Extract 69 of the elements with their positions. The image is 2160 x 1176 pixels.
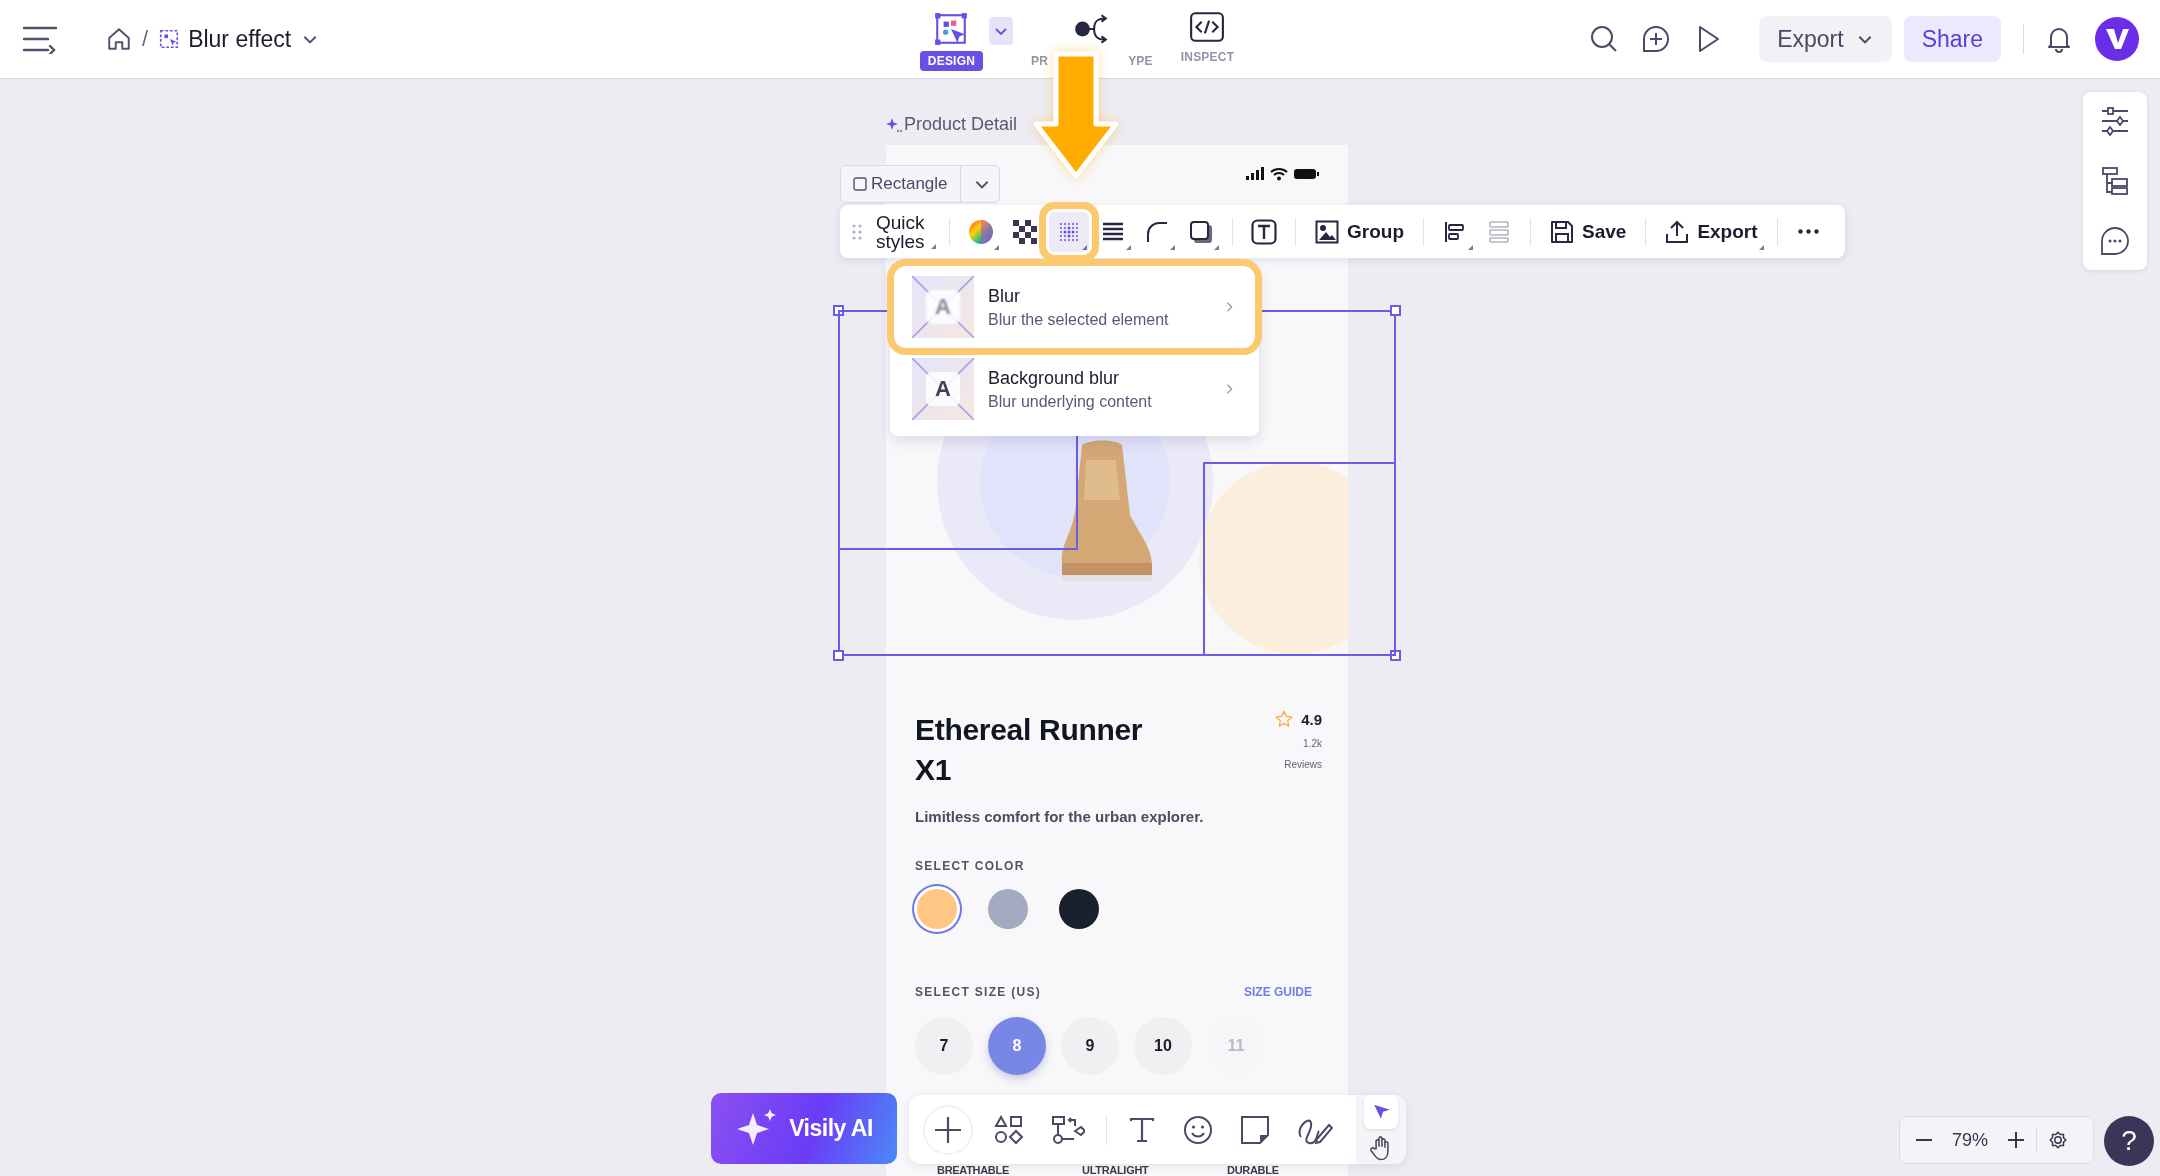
product-tagline: Limitless comfort for the urban explorer.	[915, 808, 1205, 825]
color-wheel-icon	[968, 218, 994, 245]
help-button[interactable]: ?	[2104, 1116, 2154, 1166]
color-swatch[interactable]	[988, 889, 1028, 929]
feature-label: ULTRALIGHT	[1082, 1164, 1150, 1176]
home-icon[interactable]	[106, 26, 132, 52]
menu-icon[interactable]	[22, 24, 58, 54]
drag-handle-icon[interactable]	[852, 222, 862, 241]
export-button[interactable]: Export	[1759, 16, 1892, 62]
star-icon	[1275, 710, 1294, 728]
sticky-note-icon[interactable]	[1240, 1114, 1270, 1145]
square-icon	[853, 177, 867, 191]
caret-icon[interactable]	[989, 17, 1014, 45]
pointer-icon[interactable]	[1364, 1095, 1398, 1129]
feature-label: BREATHABLE	[937, 1164, 1010, 1176]
image-icon	[1315, 219, 1339, 244]
breadcrumb-separator: /	[142, 26, 149, 52]
battery-icon	[1294, 167, 1320, 181]
upload-icon	[1665, 219, 1690, 244]
design-file-icon	[158, 28, 181, 50]
more-icon	[1798, 229, 1820, 234]
size-option[interactable]: 7	[915, 1017, 973, 1075]
add-icon[interactable]	[923, 1104, 973, 1155]
code-icon[interactable]	[1189, 11, 1226, 43]
text-icon[interactable]	[1128, 1115, 1156, 1144]
add-comment-icon[interactable]	[1641, 24, 1672, 54]
size-option[interactable]: 9	[1061, 1017, 1119, 1075]
reviews-label: Reviews	[1284, 759, 1322, 770]
signal-icon	[1246, 167, 1264, 181]
mode-tab[interactable]: DESIGN	[913, 11, 990, 71]
zoom-in-icon[interactable]	[2006, 1130, 2027, 1150]
flowchart-icon[interactable]	[1051, 1114, 1085, 1145]
section-label: SELECT SIZE (US)	[915, 985, 1042, 999]
share-button[interactable]: Share	[1903, 16, 2001, 62]
quick-styles-button[interactable]: Quick styles	[866, 212, 938, 251]
zoom-level[interactable]: 79%	[1952, 1129, 1989, 1151]
avatar[interactable]	[2094, 16, 2140, 62]
reviews-count: 1.2k	[1303, 738, 1322, 749]
color-swatch[interactable]	[1059, 889, 1099, 929]
frame-label[interactable]: Product Detail	[904, 114, 1018, 135]
emoji-icon[interactable]	[1183, 1114, 1213, 1145]
shapes-icon[interactable]	[994, 1114, 1024, 1145]
save-icon	[1550, 219, 1574, 244]
toolbar-button[interactable]: Save	[1542, 211, 1635, 252]
rating-value: 4.9	[1301, 710, 1322, 728]
sparkle-icon	[886, 116, 902, 133]
product-title: Ethereal Runner X1	[915, 712, 1144, 788]
ai-button[interactable]: Visily AI	[711, 1093, 897, 1164]
layers-icon[interactable]	[2100, 166, 2130, 196]
text-box-icon	[1251, 218, 1277, 245]
toolbar-button[interactable]: Group	[1307, 211, 1412, 252]
preview-letter: A	[926, 290, 960, 324]
preview-letter: A	[926, 372, 960, 406]
section-label: SELECT COLOR	[915, 859, 1026, 873]
element-type-dropdown[interactable]: Rectangle	[840, 165, 1000, 203]
checkerboard-icon	[1013, 219, 1037, 244]
align-left-icon	[1443, 219, 1467, 244]
size-option[interactable]: 10	[1134, 1017, 1192, 1075]
toolbar-button[interactable]: Export	[1657, 211, 1766, 252]
frame-cursor-icon[interactable]	[933, 11, 970, 47]
shadow-icon	[1189, 219, 1213, 244]
file-title[interactable]: Blur effect	[188, 25, 292, 53]
feature-label: DURABLE	[1227, 1164, 1280, 1176]
corner-radius-icon	[1145, 219, 1169, 244]
wifi-icon	[1270, 167, 1288, 181]
comment-icon[interactable]	[2100, 226, 2130, 256]
bell-icon[interactable]	[2046, 25, 2072, 53]
stack-icon	[1487, 219, 1511, 244]
sliders-icon[interactable]	[2100, 106, 2130, 136]
